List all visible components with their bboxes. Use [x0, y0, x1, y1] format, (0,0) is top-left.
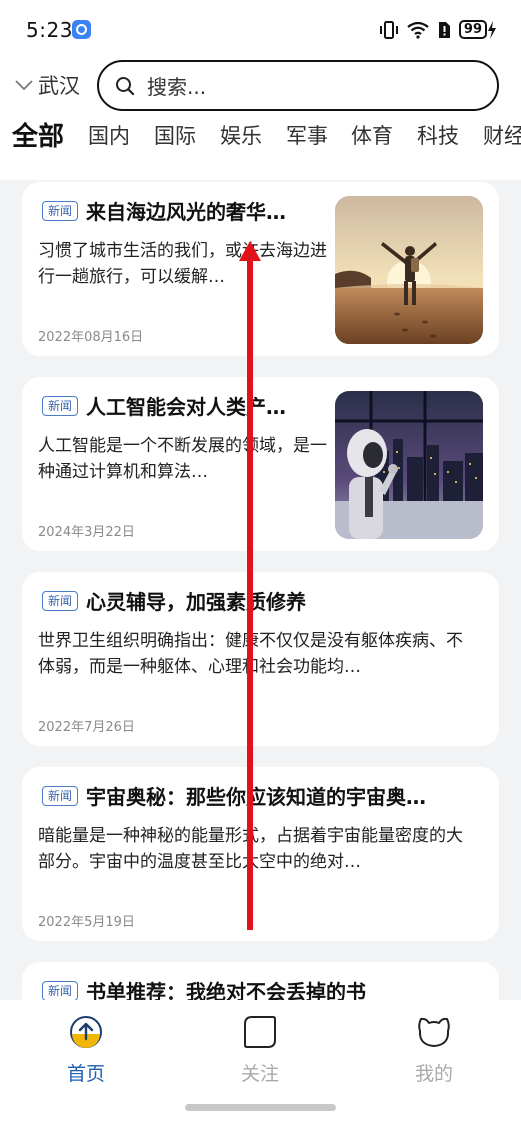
news-card-header: 新闻 宇宙奥秘：那些你应该知道的宇宙奥… — [42, 781, 487, 810]
tab-sports[interactable]: 体育 — [351, 120, 393, 150]
charging-icon — [488, 20, 496, 39]
news-card-header: 新闻 书单推荐：我绝对不会丢掉的书 — [42, 976, 366, 1000]
tab-all[interactable]: 全部 — [12, 116, 64, 153]
tab-entertainment[interactable]: 娱乐 — [220, 120, 262, 150]
news-feed[interactable]: 新闻 来自海边风光的奢华… 习惯了城市生活的我们，或许去海边进行一趟旅行，可以缓… — [0, 180, 521, 1000]
category-tabs: 全部 国内 国际 娱乐 军事 体育 科技 财经 — [0, 114, 521, 180]
news-date: 2022年5月19日 — [38, 915, 135, 930]
search-header: 武汉 搜索... — [0, 60, 521, 114]
news-date: 2022年7月26日 — [38, 720, 135, 735]
news-title: 心灵辅导，加强素质修养 — [86, 590, 307, 614]
news-tag: 新闻 — [42, 980, 79, 1000]
robot-thinking-image — [335, 391, 483, 539]
news-thumbnail — [335, 196, 483, 344]
search-placeholder: 搜索... — [147, 75, 207, 99]
sim-alert-icon — [438, 21, 450, 38]
home-indicator[interactable] — [185, 1104, 336, 1111]
app-notification-icon — [72, 20, 91, 39]
status-icons: 99 — [379, 20, 497, 39]
news-date: 2022年08月16日 — [38, 330, 144, 345]
news-summary: 世界卫生组织明确指出：健康不仅仅是没有躯体疾病、不体弱，而是一种躯体、心理和社会… — [38, 631, 463, 677]
news-title: 人工智能会对人类产… — [86, 395, 287, 419]
news-tag: 新闻 — [42, 395, 79, 416]
wifi-icon — [407, 21, 429, 39]
news-card-header: 新闻 人工智能会对人类产… — [42, 391, 322, 420]
battery-level: 99 — [458, 20, 487, 39]
status-time: 5:23 — [26, 18, 73, 42]
home-arrow-icon — [70, 1016, 102, 1048]
battery-indicator: 99 — [458, 20, 497, 39]
news-card[interactable]: 新闻 书单推荐：我绝对不会丢掉的书 — [22, 962, 499, 1000]
city-label: 武汉 — [38, 74, 80, 98]
tab-follow-label: 关注 — [240, 1063, 279, 1085]
beach-traveler-image — [335, 196, 483, 344]
search-input[interactable]: 搜索... — [97, 60, 499, 111]
chevron-down-icon — [15, 80, 33, 91]
city-selector[interactable]: 武汉 — [14, 70, 80, 100]
tab-mine[interactable]: 我的 — [374, 1015, 494, 1086]
news-card[interactable]: 新闻 心灵辅导，加强素质修养 世界卫生组织明确指出：健康不仅仅是没有躯体疾病、不… — [22, 572, 499, 746]
news-tag: 新闻 — [42, 785, 79, 806]
status-bar: 5:23 99 — [0, 0, 521, 60]
news-tag: 新闻 — [42, 590, 79, 611]
search-icon — [116, 76, 135, 95]
tab-finance[interactable]: 财经 — [483, 120, 521, 150]
swipe-up-arrow-head — [239, 241, 261, 261]
news-summary: 人工智能是一个不断发展的领域，是一种通过计算机和算法… — [38, 436, 327, 482]
news-summary: 暗能量是一种神秘的能量形式，占据着宇宙能量密度的大部分。宇宙中的温度甚至比太空中… — [38, 826, 463, 872]
news-title: 宇宙奥秘：那些你应该知道的宇宙奥… — [86, 785, 427, 809]
news-card[interactable]: 新闻 来自海边风光的奢华… 习惯了城市生活的我们，或许去海边进行一趟旅行，可以缓… — [22, 182, 499, 356]
news-card-header: 新闻 心灵辅导，加强素质修养 — [42, 586, 306, 615]
follow-icon — [244, 1016, 276, 1048]
news-card[interactable]: 新闻 宇宙奥秘：那些你应该知道的宇宙奥… 暗能量是一种神秘的能量形式，占据着宇宙… — [22, 767, 499, 941]
profile-cat-icon — [418, 1017, 450, 1047]
news-card[interactable]: 新闻 人工智能会对人类产… 人工智能是一个不断发展的领域，是一种通过计算机和算法… — [22, 377, 499, 551]
news-title: 书单推荐：我绝对不会丢掉的书 — [86, 980, 367, 1000]
tab-home[interactable]: 首页 — [26, 1015, 146, 1086]
news-thumbnail — [335, 391, 483, 539]
tab-domestic[interactable]: 国内 — [88, 120, 130, 150]
vibrate-icon — [379, 20, 398, 39]
tab-international[interactable]: 国际 — [154, 120, 196, 150]
tab-tech[interactable]: 科技 — [417, 120, 459, 150]
tab-mine-label: 我的 — [414, 1063, 453, 1085]
news-tag: 新闻 — [42, 200, 79, 221]
tab-military[interactable]: 军事 — [286, 120, 328, 150]
swipe-up-arrow-shaft — [247, 255, 253, 930]
tab-home-label: 首页 — [66, 1063, 105, 1085]
news-date: 2024年3月22日 — [38, 525, 135, 540]
bottom-tab-bar: 首页 关注 我的 — [0, 1000, 521, 1125]
tab-follow[interactable]: 关注 — [200, 1015, 320, 1086]
news-title: 来自海边风光的奢华… — [86, 200, 287, 224]
news-summary: 习惯了城市生活的我们，或许去海边进行一趟旅行，可以缓解… — [38, 241, 327, 287]
news-card-header: 新闻 来自海边风光的奢华… — [42, 196, 322, 225]
